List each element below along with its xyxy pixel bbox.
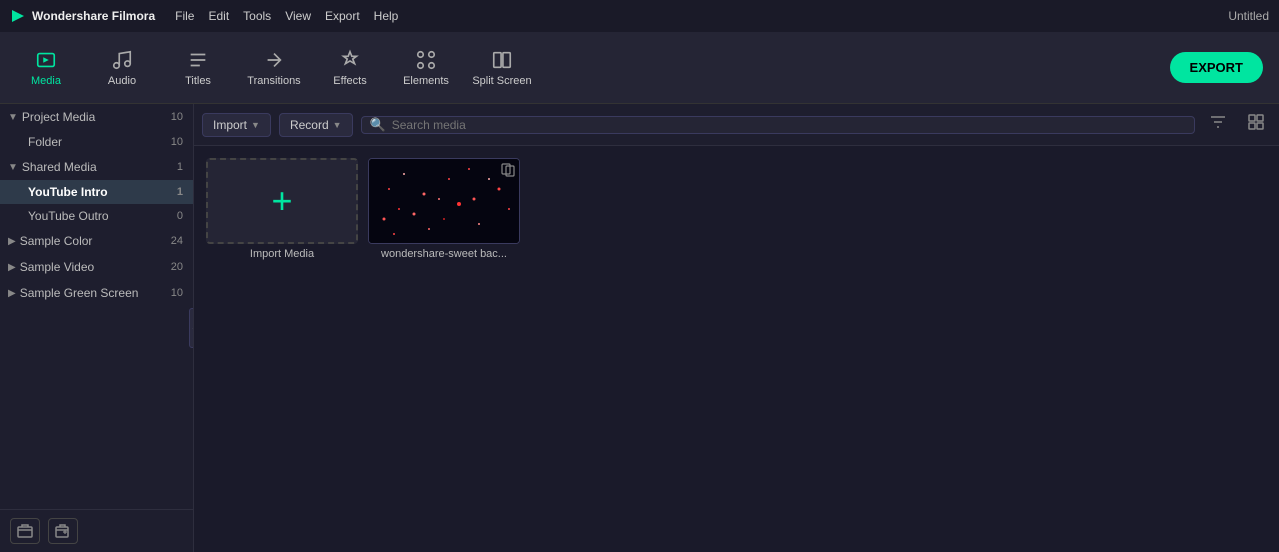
import-media-item[interactable]: + Import Media — [206, 158, 358, 260]
add-folder-button[interactable] — [10, 518, 40, 544]
project-media-count: 10 — [171, 111, 183, 123]
elements-icon — [415, 49, 437, 71]
import-plus-icon: + — [271, 180, 292, 222]
sidebar-bottom — [0, 509, 193, 552]
sidebar-item-youtube-intro[interactable]: YouTube Intro 1 — [0, 180, 193, 204]
search-input[interactable] — [392, 118, 1186, 132]
toolbar-titles-label: Titles — [185, 75, 211, 87]
sample-green-screen-arrow: ▶ — [8, 288, 16, 299]
toolbar-effects-label: Effects — [333, 75, 366, 87]
sidebar-section-sample-color[interactable]: ▶ Sample Color 24 — [0, 228, 193, 254]
menu-file[interactable]: File — [175, 9, 194, 23]
sidebar-item-folder[interactable]: Folder 10 — [0, 130, 193, 154]
effects-icon — [339, 49, 361, 71]
app-logo-icon — [10, 8, 26, 24]
split-screen-icon — [491, 49, 513, 71]
sample-green-screen-label: Sample Green Screen — [20, 286, 139, 300]
toolbar-effects[interactable]: Effects — [314, 38, 386, 98]
toolbar-transitions[interactable]: Transitions — [238, 38, 310, 98]
titles-icon — [187, 49, 209, 71]
toolbar-media-label: Media — [31, 75, 61, 87]
toolbar-audio-label: Audio — [108, 75, 136, 87]
import-media-thumb[interactable]: + — [206, 158, 358, 244]
video-thumbnail-svg — [369, 159, 520, 244]
import-label: Import — [213, 118, 247, 132]
toolbar-split-screen[interactable]: Split Screen — [466, 38, 538, 98]
transitions-icon — [263, 49, 285, 71]
youtube-intro-count: 1 — [177, 186, 183, 198]
menu-export[interactable]: Export — [325, 9, 360, 23]
app-name: Wondershare Filmora — [32, 9, 155, 23]
record-arrow-icon: ▼ — [333, 120, 342, 130]
sidebar-section-shared-media[interactable]: ▼ Shared Media 1 — [0, 154, 193, 180]
video-media-thumb[interactable] — [368, 158, 520, 244]
content-area: Import ▼ Record ▼ 🔍 — [194, 104, 1279, 552]
shared-media-label: Shared Media — [22, 160, 97, 174]
toolbar-elements[interactable]: Elements — [390, 38, 462, 98]
media-icon — [35, 49, 57, 71]
import-dropdown[interactable]: Import ▼ — [202, 113, 271, 137]
video-overlay-icon — [501, 163, 515, 180]
sample-video-label: Sample Video — [20, 260, 95, 274]
menu-help[interactable]: Help — [374, 9, 399, 23]
youtube-outro-label: YouTube Outro — [28, 209, 109, 223]
video-media-label: wondershare-sweet bac... — [368, 248, 520, 260]
toolbar-titles[interactable]: Titles — [162, 38, 234, 98]
filter-button[interactable] — [1203, 111, 1233, 138]
content-toolbar: Import ▼ Record ▼ 🔍 — [194, 104, 1279, 146]
menu-bar: File Edit Tools View Export Help — [175, 9, 398, 23]
new-folder-button[interactable] — [48, 518, 78, 544]
folder-count: 10 — [171, 136, 183, 148]
youtube-outro-count: 0 — [177, 210, 183, 222]
sample-video-arrow: ▶ — [8, 262, 16, 273]
sample-color-count: 24 — [171, 235, 183, 247]
sample-color-label: Sample Color — [20, 234, 93, 248]
sidebar-section-sample-video[interactable]: ▶ Sample Video 20 — [0, 254, 193, 280]
menu-tools[interactable]: Tools — [243, 9, 271, 23]
sample-green-screen-count: 10 — [171, 287, 183, 299]
audio-icon — [111, 49, 133, 71]
record-label: Record — [290, 118, 329, 132]
shared-media-count: 1 — [177, 161, 183, 173]
menu-view[interactable]: View — [285, 9, 311, 23]
toolbar-elements-label: Elements — [403, 75, 449, 87]
import-media-label: Import Media — [206, 248, 358, 260]
sidebar: ▼ Project Media 10 Folder 10 ▼ Shared Me… — [0, 104, 194, 552]
export-button[interactable]: EXPORT — [1170, 52, 1263, 83]
sample-video-count: 20 — [171, 261, 183, 273]
video-media-item[interactable]: wondershare-sweet bac... — [368, 158, 520, 260]
sidebar-section-sample-green-screen[interactable]: ▶ Sample Green Screen 10 — [0, 280, 193, 306]
toolbar-transitions-label: Transitions — [247, 75, 300, 87]
record-dropdown[interactable]: Record ▼ — [279, 113, 353, 137]
youtube-intro-label: YouTube Intro — [28, 185, 108, 199]
search-box[interactable]: 🔍 — [361, 116, 1195, 134]
shared-media-arrow: ▼ — [8, 162, 18, 173]
title-bar: Wondershare Filmora File Edit Tools View… — [0, 0, 1279, 32]
search-icon: 🔍 — [370, 117, 386, 133]
project-media-label: Project Media — [22, 110, 95, 124]
toolbar-media[interactable]: Media — [10, 38, 82, 98]
app-logo: Wondershare Filmora — [10, 8, 155, 24]
toolbar-split-screen-label: Split Screen — [472, 75, 531, 87]
main-toolbar: Media Audio Titles Transitions Effects — [0, 32, 1279, 104]
sidebar-item-youtube-outro[interactable]: YouTube Outro 0 — [0, 204, 193, 228]
main-layout: ▼ Project Media 10 Folder 10 ▼ Shared Me… — [0, 104, 1279, 552]
media-grid: + Import Media — [194, 146, 1279, 552]
grid-view-button[interactable] — [1241, 111, 1271, 138]
sidebar-collapse-btn[interactable]: ◀ — [189, 308, 194, 348]
menu-edit[interactable]: Edit — [208, 9, 229, 23]
project-media-arrow: ▼ — [8, 112, 18, 123]
sidebar-section-project-media[interactable]: ▼ Project Media 10 — [0, 104, 193, 130]
toolbar-audio[interactable]: Audio — [86, 38, 158, 98]
window-title: Untitled — [1228, 9, 1269, 23]
folder-label: Folder — [28, 135, 62, 149]
sample-color-arrow: ▶ — [8, 236, 16, 247]
import-arrow-icon: ▼ — [251, 120, 260, 130]
